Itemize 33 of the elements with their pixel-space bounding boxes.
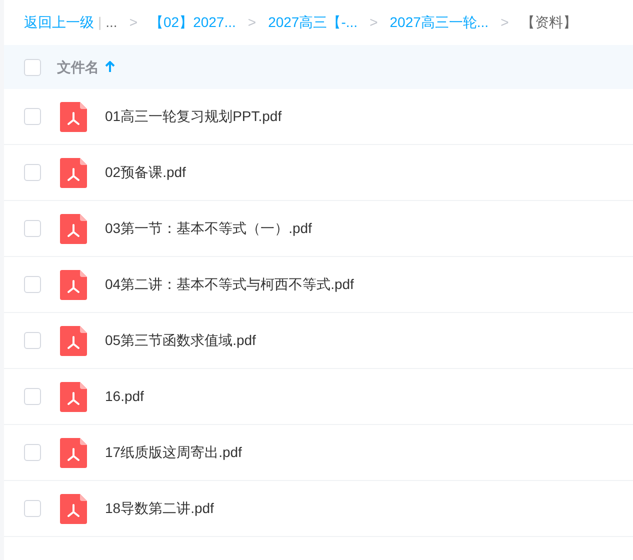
checkbox[interactable] <box>24 220 41 237</box>
file-name[interactable]: 03第一节：基本不等式（一）.pdf <box>105 218 312 239</box>
file-name[interactable]: 17纸质版这周寄出.pdf <box>105 442 242 463</box>
breadcrumb-separator: > <box>370 13 378 32</box>
checkbox[interactable] <box>24 332 41 349</box>
breadcrumb-separator: > <box>129 13 138 32</box>
pdf-file-icon <box>60 494 87 524</box>
pdf-file-icon <box>60 102 87 132</box>
file-name[interactable]: 02预备课.pdf <box>105 162 186 183</box>
current-folder: 【资料】 <box>520 13 577 32</box>
file-name[interactable]: 01高三一轮复习规划PPT.pdf <box>105 106 282 127</box>
file-name[interactable]: 16.pdf <box>105 386 144 407</box>
pdf-file-icon <box>60 382 87 412</box>
arrow-up-icon[interactable] <box>105 61 115 73</box>
checkbox[interactable] <box>24 276 41 293</box>
pdf-file-icon <box>60 326 87 356</box>
checkbox[interactable] <box>24 444 41 461</box>
file-name[interactable]: 04第二讲：基本不等式与柯西不等式.pdf <box>105 274 354 295</box>
checkbox[interactable] <box>24 500 41 517</box>
pdf-file-icon <box>60 214 87 244</box>
pdf-file-icon <box>60 270 87 300</box>
breadcrumb-ellipsis: ... <box>106 13 118 32</box>
checkbox[interactable] <box>24 108 41 125</box>
breadcrumb-separator: > <box>248 13 256 32</box>
file-name[interactable]: 05第三节函数求值域.pdf <box>105 330 256 351</box>
checkbox[interactable] <box>24 58 41 76</box>
breadcrumb-separator: > <box>500 13 509 32</box>
checkbox[interactable] <box>24 164 41 181</box>
pdf-file-icon <box>60 438 87 468</box>
divider-mark: | <box>98 13 102 32</box>
file-name[interactable]: 18导数第二讲.pdf <box>105 498 214 519</box>
pdf-file-icon <box>60 158 87 188</box>
checkbox[interactable] <box>24 388 41 405</box>
